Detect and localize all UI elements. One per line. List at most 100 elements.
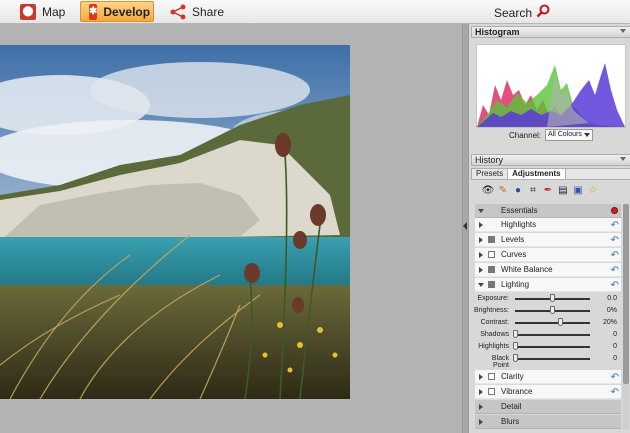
- adj-curves[interactable]: Curves ↶: [475, 248, 621, 262]
- expand-arrow-icon[interactable]: [479, 419, 483, 425]
- histogram-chart: [476, 44, 626, 128]
- expand-arrow-icon[interactable]: [479, 222, 483, 228]
- brightness-value: 0%: [606, 307, 617, 314]
- reset-icon[interactable]: ↶: [611, 264, 619, 277]
- exposure-value: 0.0: [607, 295, 617, 302]
- adj-blurs-label: Blurs: [501, 417, 520, 426]
- contrast-slider[interactable]: Contrast: 20%: [475, 317, 621, 329]
- slider-knob[interactable]: [512, 354, 518, 362]
- adj-vibrance-label: Vibrance: [501, 387, 533, 396]
- shadows-value: 0: [613, 331, 617, 338]
- pen-icon[interactable]: ✒: [541, 183, 555, 197]
- eye-icon[interactable]: 👁: [481, 183, 495, 197]
- slider-knob[interactable]: [512, 342, 518, 350]
- expand-arrow-icon[interactable]: [479, 267, 483, 273]
- save-icon[interactable]: ▣: [571, 183, 585, 197]
- develop-icon: ✱: [89, 3, 98, 20]
- expand-arrow-icon[interactable]: [479, 404, 483, 410]
- brightness-label: Brightness:: [473, 307, 509, 314]
- slider-knob[interactable]: [557, 318, 563, 326]
- expand-arrow-icon[interactable]: [478, 209, 484, 213]
- slider-knob[interactable]: [550, 294, 555, 302]
- shadows-label: Shadows: [480, 331, 509, 338]
- black-point-slider[interactable]: Black Point 0: [475, 353, 621, 369]
- reset-icon[interactable]: ↶: [611, 234, 619, 247]
- adj-white-balance[interactable]: White Balance ↶: [475, 263, 621, 277]
- reset-icon[interactable]: ↶: [611, 371, 619, 384]
- lighting-checkbox[interactable]: [488, 281, 495, 288]
- brush-icon[interactable]: ✎: [496, 183, 510, 197]
- black-point-value: 0: [613, 355, 617, 362]
- reset-icon[interactable]: ↶: [611, 279, 619, 292]
- shadows-slider[interactable]: Shadows 0: [475, 329, 621, 341]
- tab-adjustments[interactable]: Adjustments: [508, 169, 566, 179]
- develop-button[interactable]: ✱ Develop: [80, 1, 154, 22]
- slider-knob[interactable]: [512, 330, 518, 338]
- slider-track[interactable]: [515, 334, 590, 336]
- brightness-slider[interactable]: Brightness: 0%: [473, 305, 621, 317]
- star-icon[interactable]: ☆: [586, 183, 600, 197]
- expand-arrow-icon[interactable]: [479, 374, 483, 380]
- adj-vibrance[interactable]: Vibrance ↶: [475, 385, 621, 399]
- search-label: Search: [494, 5, 533, 20]
- highlights-value: 0: [613, 343, 617, 350]
- curves-checkbox[interactable]: [488, 251, 495, 258]
- search-button[interactable]: Search: [494, 4, 550, 21]
- channel-dropdown[interactable]: All Colours: [545, 129, 594, 141]
- reset-icon[interactable]: ↶: [611, 219, 619, 232]
- image-workspace[interactable]: [0, 24, 462, 433]
- top-toolbar: ⬤ Map ✱ Develop Share Search: [0, 0, 630, 24]
- reset-icon[interactable]: ↶: [611, 386, 619, 399]
- adjustments-scrollbar[interactable]: [623, 204, 629, 429]
- histogram-menu-icon[interactable]: [620, 29, 626, 33]
- reset-icon[interactable]: ↶: [611, 249, 619, 262]
- adj-white-balance-label: White Balance: [501, 265, 553, 274]
- photo-canvas[interactable]: [0, 45, 350, 399]
- slider-track[interactable]: [515, 358, 590, 360]
- adjustment-toolbar: 👁 ✎ ● ⌗ ✒ ▤ ▣ ☆: [475, 182, 627, 198]
- highlights-slider-label: Highlights: [478, 343, 509, 350]
- adj-detail-label: Detail: [501, 402, 522, 411]
- search-icon: [536, 4, 550, 21]
- expand-arrow-icon[interactable]: [479, 252, 483, 258]
- history-header[interactable]: History: [471, 154, 630, 166]
- white-balance-checkbox[interactable]: [488, 266, 495, 273]
- map-label: Map: [42, 4, 66, 19]
- adj-highlights[interactable]: Highlights ↶: [475, 218, 621, 232]
- adj-blurs[interactable]: Blurs: [475, 415, 621, 429]
- record-dot-icon: [611, 207, 618, 214]
- exposure-slider[interactable]: Exposure: 0.0: [475, 293, 621, 305]
- spot-icon[interactable]: ●: [511, 183, 525, 197]
- contrast-label: Contrast:: [480, 319, 509, 326]
- slider-track[interactable]: [515, 346, 590, 348]
- adj-lighting-label: Lighting: [501, 280, 530, 289]
- expand-arrow-icon[interactable]: [479, 237, 483, 243]
- adj-clarity[interactable]: Clarity ↶: [475, 370, 621, 384]
- adj-levels[interactable]: Levels ↶: [475, 233, 621, 247]
- map-button[interactable]: ⬤ Map: [12, 1, 73, 22]
- scrollbar-thumb[interactable]: [623, 204, 629, 384]
- histogram-header[interactable]: Histogram: [471, 26, 630, 38]
- exposure-label: Exposure:: [477, 295, 509, 302]
- history-menu-icon[interactable]: [620, 157, 626, 161]
- share-icon: [170, 4, 186, 20]
- adj-curves-label: Curves: [501, 250, 527, 259]
- vibrance-checkbox[interactable]: [488, 388, 495, 395]
- tab-presets[interactable]: Presets: [472, 169, 509, 179]
- adj-essentials[interactable]: Essentials: [475, 204, 621, 218]
- compare-icon[interactable]: ▤: [556, 183, 570, 197]
- adj-detail[interactable]: Detail: [475, 400, 621, 414]
- slider-track[interactable]: [515, 322, 590, 324]
- levels-checkbox[interactable]: [488, 236, 495, 243]
- contrast-value: 20%: [602, 319, 617, 326]
- adj-lighting[interactable]: Lighting ↶: [475, 278, 621, 292]
- crop-icon[interactable]: ⌗: [526, 183, 540, 197]
- expand-arrow-icon[interactable]: [479, 389, 483, 395]
- clarity-checkbox[interactable]: [488, 373, 495, 380]
- channel-selector: Channel: All Colours: [509, 129, 594, 141]
- highlights-slider[interactable]: Highlights 0: [475, 341, 621, 353]
- slider-knob[interactable]: [550, 306, 555, 314]
- collapse-arrow-icon[interactable]: [478, 283, 484, 287]
- collapse-arrow-icon[interactable]: [463, 222, 467, 230]
- share-button[interactable]: Share: [162, 1, 232, 22]
